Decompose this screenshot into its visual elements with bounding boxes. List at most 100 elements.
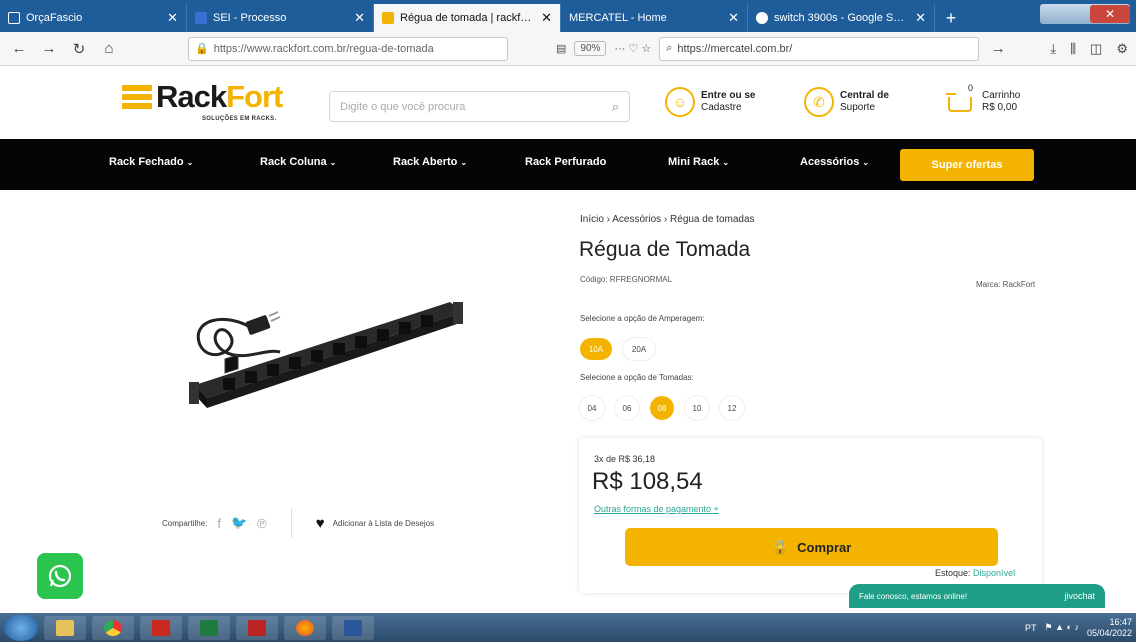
menu-item-acessorios[interactable]: Acessórios ⌄ <box>800 156 869 168</box>
stock-label: Estoque: <box>935 568 971 578</box>
price-card: 3x de R$ 36,18 R$ 108,54 Outras formas d… <box>579 438 1042 593</box>
tab-favicon-icon <box>8 12 20 24</box>
stock-value: Disponível <box>973 568 1016 578</box>
page-actions-icons[interactable]: ··· ♡ ☆ <box>614 42 651 55</box>
pinterest-icon[interactable]: ℗ <box>257 516 267 531</box>
outlet-option-04[interactable]: 04 <box>580 396 604 420</box>
twitter-icon[interactable]: 🐦 <box>231 515 247 531</box>
sidebar-icon[interactable]: ◫ <box>1090 41 1102 57</box>
taskbar-app[interactable] <box>236 615 278 640</box>
cart-total: R$ 0,00 <box>982 102 1018 113</box>
wishlist-label: Adicionar à Lista de Desejos <box>332 518 435 528</box>
taskbar-word[interactable] <box>332 615 374 640</box>
cart-icon: 0 <box>946 83 976 117</box>
search-icon[interactable]: ⌕ <box>612 99 619 115</box>
amperage-option-10a[interactable]: 10A <box>580 338 612 360</box>
product-image[interactable] <box>185 290 470 420</box>
new-tab-button[interactable]: + <box>935 4 967 32</box>
outlet-option-06[interactable]: 06 <box>615 396 639 420</box>
browser-tab-4[interactable]: MERCATEL - Home ✕ <box>561 4 748 32</box>
page-actions: ▤ 90% ··· ♡ ☆ <box>556 41 651 56</box>
category-menu: Rack Fechado ⌄ Rack Coluna ⌄ Rack Aberto ⌄ … <box>0 139 1136 190</box>
tab-close-icon[interactable]: ✕ <box>167 10 178 26</box>
taskbar-excel[interactable] <box>188 615 230 640</box>
browser-tab-5[interactable]: switch 3900s - Google Shopp ✕ <box>748 4 935 32</box>
menu-item-mini-rack[interactable]: Mini Rack ⌄ <box>668 156 729 168</box>
outlet-option-08[interactable]: 08 <box>650 396 674 420</box>
wishlist-link[interactable]: ♥ Adicionar à Lista de Desejos <box>316 515 434 532</box>
window-close-button[interactable]: ✕ <box>1090 5 1130 23</box>
tab-label: switch 3900s - Google Shopp <box>774 12 910 24</box>
buy-button[interactable]: 🔒 Comprar <box>625 528 998 566</box>
menu-item-rack-aberto[interactable]: Rack Aberto ⌄ <box>393 156 467 168</box>
support-line2: Suporte <box>840 102 876 113</box>
amperage-option-20a[interactable]: 20A <box>623 338 655 360</box>
divider <box>290 508 292 538</box>
support-link[interactable]: ✆ Central de Suporte <box>804 87 889 117</box>
taskbar-firefox[interactable] <box>284 615 326 640</box>
download-icon[interactable]: ⤓ <box>1050 41 1056 57</box>
rackfort-logo[interactable]: RackFort SOLUÇÕES EM RACKS. <box>122 79 283 122</box>
breadcrumb[interactable]: Início › Acessórios › Régua de tomadas <box>580 214 755 225</box>
super-offers-button[interactable]: Super ofertas <box>900 149 1034 181</box>
tab-close-icon[interactable]: ✕ <box>354 10 365 26</box>
outlets-label: Selecione a opção de Tomadas: <box>580 373 694 382</box>
browser-tab-3[interactable]: Régua de tomada | rackfort.co ✕ <box>374 4 561 32</box>
home-icon[interactable]: ⌂ <box>98 38 120 60</box>
browser-tab-2[interactable]: SEI - Processo ✕ <box>187 4 374 32</box>
lock-icon: 🔒 <box>771 538 790 555</box>
menu-item-rack-fechado[interactable]: Rack Fechado ⌄ <box>109 156 193 168</box>
back-arrow-icon[interactable]: ← <box>8 38 30 60</box>
library-icon[interactable]: ⫼ <box>1070 41 1076 57</box>
whatsapp-button[interactable] <box>37 553 83 599</box>
outlet-option-10[interactable]: 10 <box>685 396 709 420</box>
heart-icon: ♥ <box>315 514 325 532</box>
taskbar-acrobat[interactable] <box>140 615 182 640</box>
start-button[interactable] <box>4 614 38 641</box>
menu-item-rack-coluna[interactable]: Rack Coluna ⌄ <box>260 156 336 168</box>
tab-favicon-icon <box>195 12 207 24</box>
chat-brand: jivochat <box>1064 591 1095 601</box>
extension-icon[interactable]: ⚙ <box>1116 41 1128 57</box>
zoom-level[interactable]: 90% <box>574 41 607 56</box>
chevron-down-icon: ⌄ <box>460 158 468 167</box>
search-bar-value: https://mercatel.com.br/ <box>677 42 793 55</box>
phone-icon: ✆ <box>804 87 834 117</box>
language-indicator[interactable]: PT <box>1025 623 1037 633</box>
address-url: https://www.rackfort.com.br/regua-de-tom… <box>213 42 434 55</box>
tab-close-icon[interactable]: ✕ <box>541 10 552 26</box>
chevron-down-icon: ⌄ <box>722 158 730 167</box>
tab-close-icon[interactable]: ✕ <box>915 10 926 26</box>
windows-taskbar: PT ⚑ ▲ ◐ ♪ 16:47 05/04/2022 <box>0 613 1136 642</box>
tab-label: OrçaFascio <box>26 12 83 24</box>
search-bar[interactable]: ⌕ https://mercatel.com.br/ <box>659 36 980 61</box>
menu-item-rack-perfurado[interactable]: Rack Perfurado <box>525 156 606 168</box>
chat-widget[interactable]: Fale conosco, estamos online! jivochat <box>849 584 1105 608</box>
login-link[interactable]: ☺ Entre ou se Cadastre <box>665 87 755 117</box>
site-search-input[interactable]: Digite o que você procura ⌕ <box>329 91 630 122</box>
clock-time: 16:47 <box>1109 616 1132 627</box>
browser-tab-1[interactable]: OrçaFascio ✕ <box>0 4 187 32</box>
chevron-down-icon: ⌄ <box>186 158 194 167</box>
reader-view-icon[interactable]: ▤ <box>556 42 566 55</box>
tray-icons[interactable]: ⚑ ▲ ◐ ♪ <box>1045 622 1079 633</box>
taskbar-explorer[interactable] <box>44 615 86 640</box>
forward-arrow-icon[interactable]: → <box>38 38 60 60</box>
tab-close-icon[interactable]: ✕ <box>728 10 739 26</box>
product-sku: Código: RFREGNORMAL <box>580 275 673 284</box>
amperage-label: Selecione a opção de Amperagem: <box>580 314 705 323</box>
cart-link[interactable]: 0 Carrinho R$ 0,00 <box>946 83 1020 117</box>
address-bar[interactable]: 🔒 https://www.rackfort.com.br/regua-de-t… <box>188 36 508 61</box>
reload-icon[interactable]: ↻ <box>68 38 90 60</box>
product-price: R$ 108,54 <box>592 468 703 495</box>
facebook-icon[interactable]: f <box>217 516 221 531</box>
payment-options-link[interactable]: Outras formas de pagamento + <box>594 504 719 514</box>
go-arrow-icon[interactable]: → <box>987 38 1009 60</box>
logo-tagline: SOLUÇÕES EM RACKS. <box>202 116 277 122</box>
installments-text: 3x de R$ 36,18 <box>594 454 656 464</box>
outlet-option-12[interactable]: 12 <box>720 396 744 420</box>
buy-button-label: Comprar <box>797 539 852 555</box>
taskbar-chrome[interactable] <box>92 615 134 640</box>
logo-fort-text: Fort <box>226 79 283 114</box>
clock[interactable]: 16:47 05/04/2022 <box>1087 617 1132 639</box>
